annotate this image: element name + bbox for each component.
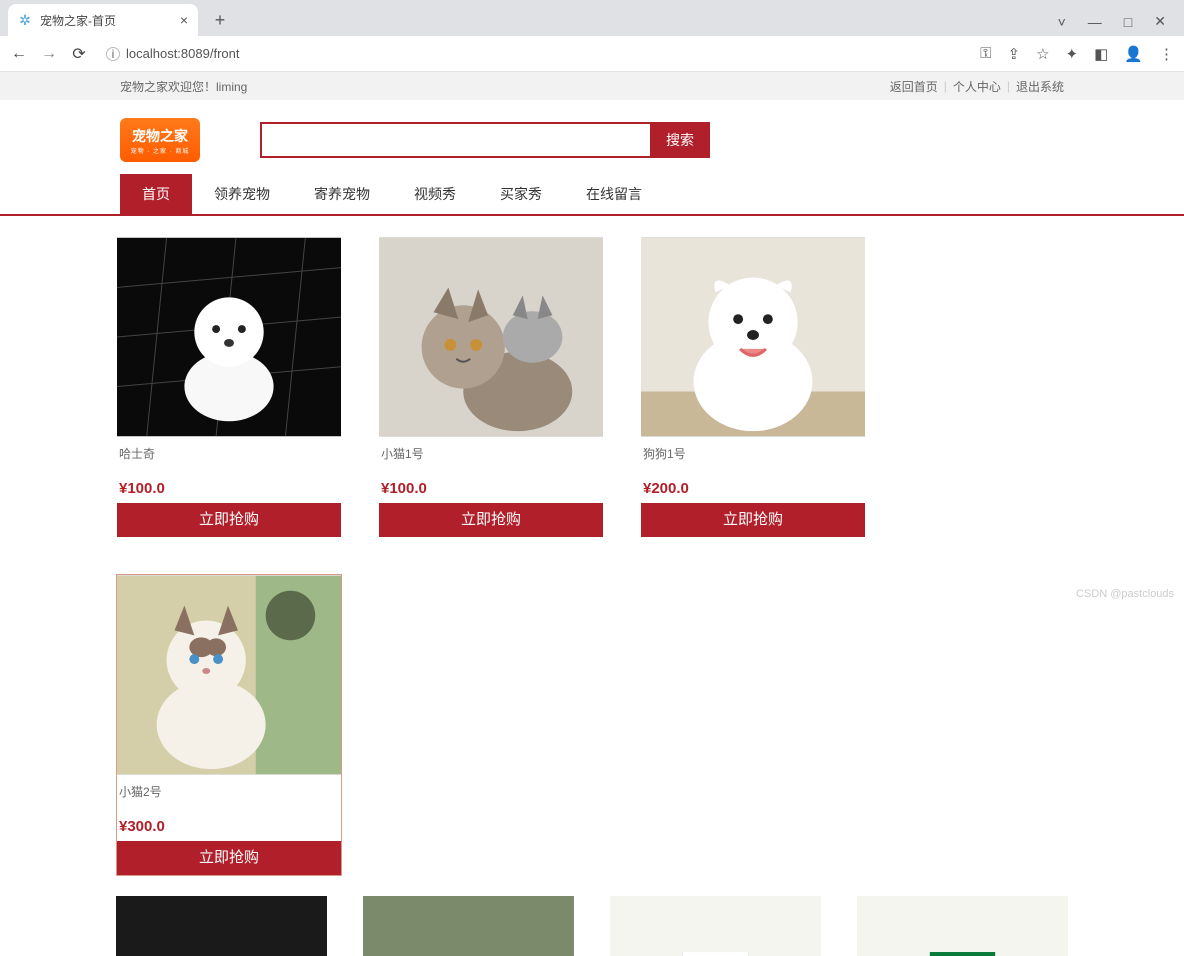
share-icon[interactable]: ⇪ [1008, 45, 1021, 63]
profile-icon[interactable]: 👤 [1124, 45, 1143, 63]
link-center[interactable]: 个人中心 [953, 78, 1001, 95]
chevron-down-icon[interactable]: ˅ [1058, 14, 1066, 30]
nav-item-3[interactable]: 视频秀 [392, 174, 478, 214]
product-name: 哈士奇 [117, 437, 341, 480]
site-info-icon[interactable]: i [106, 47, 120, 61]
product-card: 狗狗1号 ¥200.0 立即抢购 [640, 236, 866, 538]
product-grid-row2 [0, 876, 1184, 956]
product-image[interactable] [857, 896, 1068, 956]
watermark: CSDN @pastclouds [1076, 588, 1174, 600]
product-name: 小猫2号 [117, 775, 341, 818]
tab-title: 宠物之家-首页 [40, 12, 116, 29]
buy-button[interactable]: 立即抢购 [117, 503, 341, 537]
browser-tab[interactable]: ✲ 宠物之家-首页 × [8, 4, 198, 36]
key-icon[interactable]: ⚿ [980, 45, 991, 62]
link-home[interactable]: 返回首页 [890, 78, 938, 95]
search-input[interactable] [260, 122, 650, 158]
nav-item-2[interactable]: 寄养宠物 [292, 174, 392, 214]
product-grid: 哈士奇 ¥100.0 立即抢购 小猫1号 ¥100.0 立即抢购 狗狗1号 ¥2… [0, 216, 1184, 876]
top-infobar: 宠物之家欢迎您！liming 返回首页 | 个人中心 | 退出系统 [0, 72, 1184, 100]
product-image[interactable] [117, 575, 341, 775]
minimize-icon[interactable]: — [1088, 14, 1102, 30]
search-button[interactable]: 搜索 [650, 122, 710, 158]
main-nav: 首页领养宠物寄养宠物视频秀买家秀在线留言 [0, 174, 1184, 216]
close-tab-icon[interactable]: × [180, 12, 188, 28]
favicon-icon: ✲ [18, 13, 32, 27]
window-controls: ˅ — □ ✕ [1058, 13, 1184, 36]
url-input[interactable] [126, 46, 446, 61]
forward-icon[interactable]: → [40, 45, 58, 63]
product-card: 小猫1号 ¥100.0 立即抢购 [378, 236, 604, 538]
close-window-icon[interactable]: ✕ [1154, 13, 1166, 30]
search-box: 搜索 [260, 122, 710, 158]
new-tab-button[interactable]: + [206, 6, 234, 34]
buy-button[interactable]: 立即抢购 [641, 503, 865, 537]
nav-item-0[interactable]: 首页 [120, 174, 192, 214]
browser-tabstrip: ✲ 宠物之家-首页 × + ˅ — □ ✕ [0, 0, 1184, 36]
product-image[interactable] [379, 237, 603, 437]
reload-icon[interactable]: ⟳ [70, 44, 88, 64]
site-logo[interactable]: 宠物之家 宠物 · 之家 · 商城 [120, 118, 200, 162]
product-card: 小猫2号 ¥300.0 立即抢购 [116, 574, 342, 876]
link-logout[interactable]: 退出系统 [1016, 78, 1064, 95]
logo-text: 宠物之家 [132, 126, 188, 146]
star-icon[interactable]: ☆ [1036, 45, 1049, 63]
product-price: ¥200.0 [641, 480, 865, 503]
product-price: ¥100.0 [379, 480, 603, 503]
maximize-icon[interactable]: □ [1124, 14, 1132, 30]
browser-toolbar: ← → ⟳ i ⚿ ⇪ ☆ ✦ ◧ 👤 ⋮ [0, 36, 1184, 72]
buy-button[interactable]: 立即抢购 [379, 503, 603, 537]
product-name: 小猫1号 [379, 437, 603, 480]
product-image[interactable] [117, 237, 341, 437]
back-icon[interactable]: ← [10, 45, 28, 63]
menu-icon[interactable]: ⋮ [1159, 45, 1174, 63]
logo-subtext: 宠物 · 之家 · 商城 [131, 146, 190, 155]
header: 宠物之家 宠物 · 之家 · 商城 搜索 [0, 100, 1184, 174]
extensions-icon[interactable]: ✦ [1066, 45, 1079, 63]
address-bar[interactable]: i [106, 46, 446, 61]
product-name: 狗狗1号 [641, 437, 865, 480]
product-image[interactable] [610, 896, 821, 956]
product-price: ¥100.0 [117, 480, 341, 503]
toolbar-right: ⚿ ⇪ ☆ ✦ ◧ 👤 ⋮ [980, 45, 1174, 63]
buy-button[interactable]: 立即抢购 [117, 841, 341, 875]
nav-item-5[interactable]: 在线留言 [564, 174, 664, 214]
sidepanel-icon[interactable]: ◧ [1094, 45, 1108, 63]
product-image[interactable] [363, 896, 574, 956]
product-image[interactable] [116, 896, 327, 956]
product-image[interactable] [641, 237, 865, 437]
welcome-text: 宠物之家欢迎您！liming [120, 78, 247, 95]
nav-item-4[interactable]: 买家秀 [478, 174, 564, 214]
product-price: ¥300.0 [117, 818, 341, 841]
nav-item-1[interactable]: 领养宠物 [192, 174, 292, 214]
product-card: 哈士奇 ¥100.0 立即抢购 [116, 236, 342, 538]
